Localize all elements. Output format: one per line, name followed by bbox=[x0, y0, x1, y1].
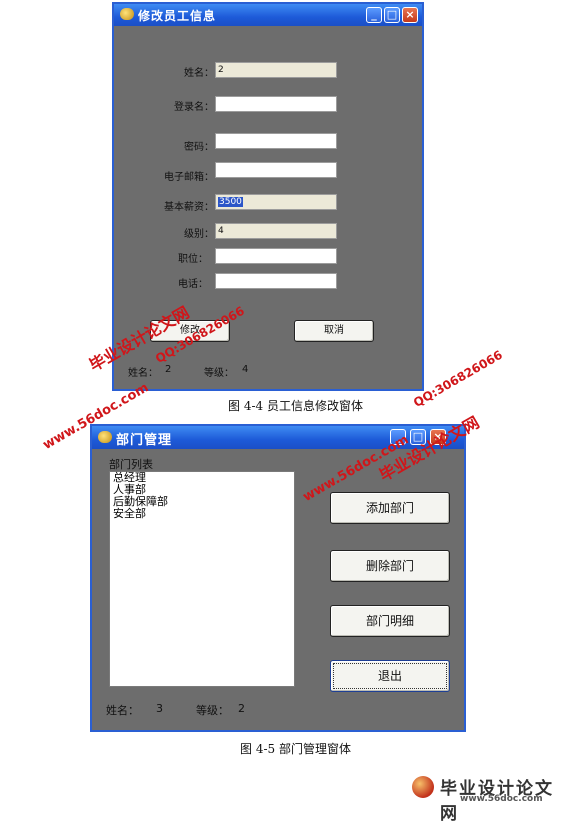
list-item[interactable]: 安全部 bbox=[110, 508, 294, 520]
login-label: 登录名： bbox=[174, 102, 214, 113]
figure-caption-4-5: 图 4-5 部门管理窗体 bbox=[240, 742, 351, 756]
salary-field[interactable]: 3500 bbox=[215, 194, 337, 210]
add-department-button[interactable]: 添加部门 bbox=[330, 492, 450, 524]
phone-field[interactable] bbox=[215, 273, 337, 289]
watermark-qq: QQ:306826066 bbox=[411, 347, 505, 410]
login-field[interactable] bbox=[215, 96, 337, 112]
status-level-value: 4 bbox=[242, 364, 249, 375]
email-label: 电子邮箱： bbox=[164, 172, 214, 183]
logo-icon bbox=[412, 776, 434, 798]
status-name-value: 3 bbox=[156, 702, 163, 715]
phone-label: 电话： bbox=[178, 279, 208, 290]
delete-department-button[interactable]: 删除部门 bbox=[330, 550, 450, 582]
app-icon bbox=[120, 8, 134, 20]
status-name-label: 姓名： bbox=[106, 704, 139, 717]
status-level-label: 等级： bbox=[204, 368, 234, 379]
level-label: 级别： bbox=[184, 229, 214, 240]
status-level-value: 2 bbox=[238, 702, 245, 715]
figure-caption-4-4: 图 4-4 员工信息修改窗体 bbox=[228, 399, 363, 413]
password-field[interactable] bbox=[215, 133, 337, 149]
department-list-title: 部门列表 bbox=[109, 458, 153, 471]
status-name-value: 2 bbox=[165, 364, 172, 375]
salary-label: 基本薪资： bbox=[164, 202, 214, 213]
email-field[interactable] bbox=[215, 162, 337, 178]
window-title: 修改员工信息 bbox=[138, 9, 217, 23]
minimize-icon[interactable]: _ bbox=[366, 7, 382, 23]
window-title: 部门管理 bbox=[116, 433, 173, 448]
level-field[interactable]: 4 bbox=[215, 223, 337, 239]
title-bar: 修改员工信息 _ □ × bbox=[114, 4, 422, 26]
status-name-label: 姓名： bbox=[128, 368, 158, 379]
footer-logo: 毕业设计论文网 www.56doc.com bbox=[412, 774, 564, 824]
maximize-icon[interactable]: □ bbox=[384, 7, 400, 23]
password-label: 密码： bbox=[184, 142, 214, 153]
name-field[interactable]: 2 bbox=[215, 62, 337, 78]
position-field[interactable] bbox=[215, 248, 337, 264]
logo-url: www.56doc.com bbox=[460, 794, 543, 804]
close-icon[interactable]: × bbox=[402, 7, 418, 23]
app-icon bbox=[98, 431, 112, 443]
status-level-label: 等级： bbox=[196, 704, 229, 717]
position-label: 职位： bbox=[178, 254, 208, 265]
department-detail-button[interactable]: 部门明细 bbox=[330, 605, 450, 637]
salary-value: 3500 bbox=[218, 197, 243, 207]
department-list[interactable]: 总经理 人事部 后勤保障部 安全部 bbox=[109, 471, 295, 687]
exit-button[interactable]: 退出 bbox=[330, 660, 450, 692]
cancel-button[interactable]: 取消 bbox=[294, 320, 374, 342]
name-label: 姓名： bbox=[184, 68, 214, 79]
